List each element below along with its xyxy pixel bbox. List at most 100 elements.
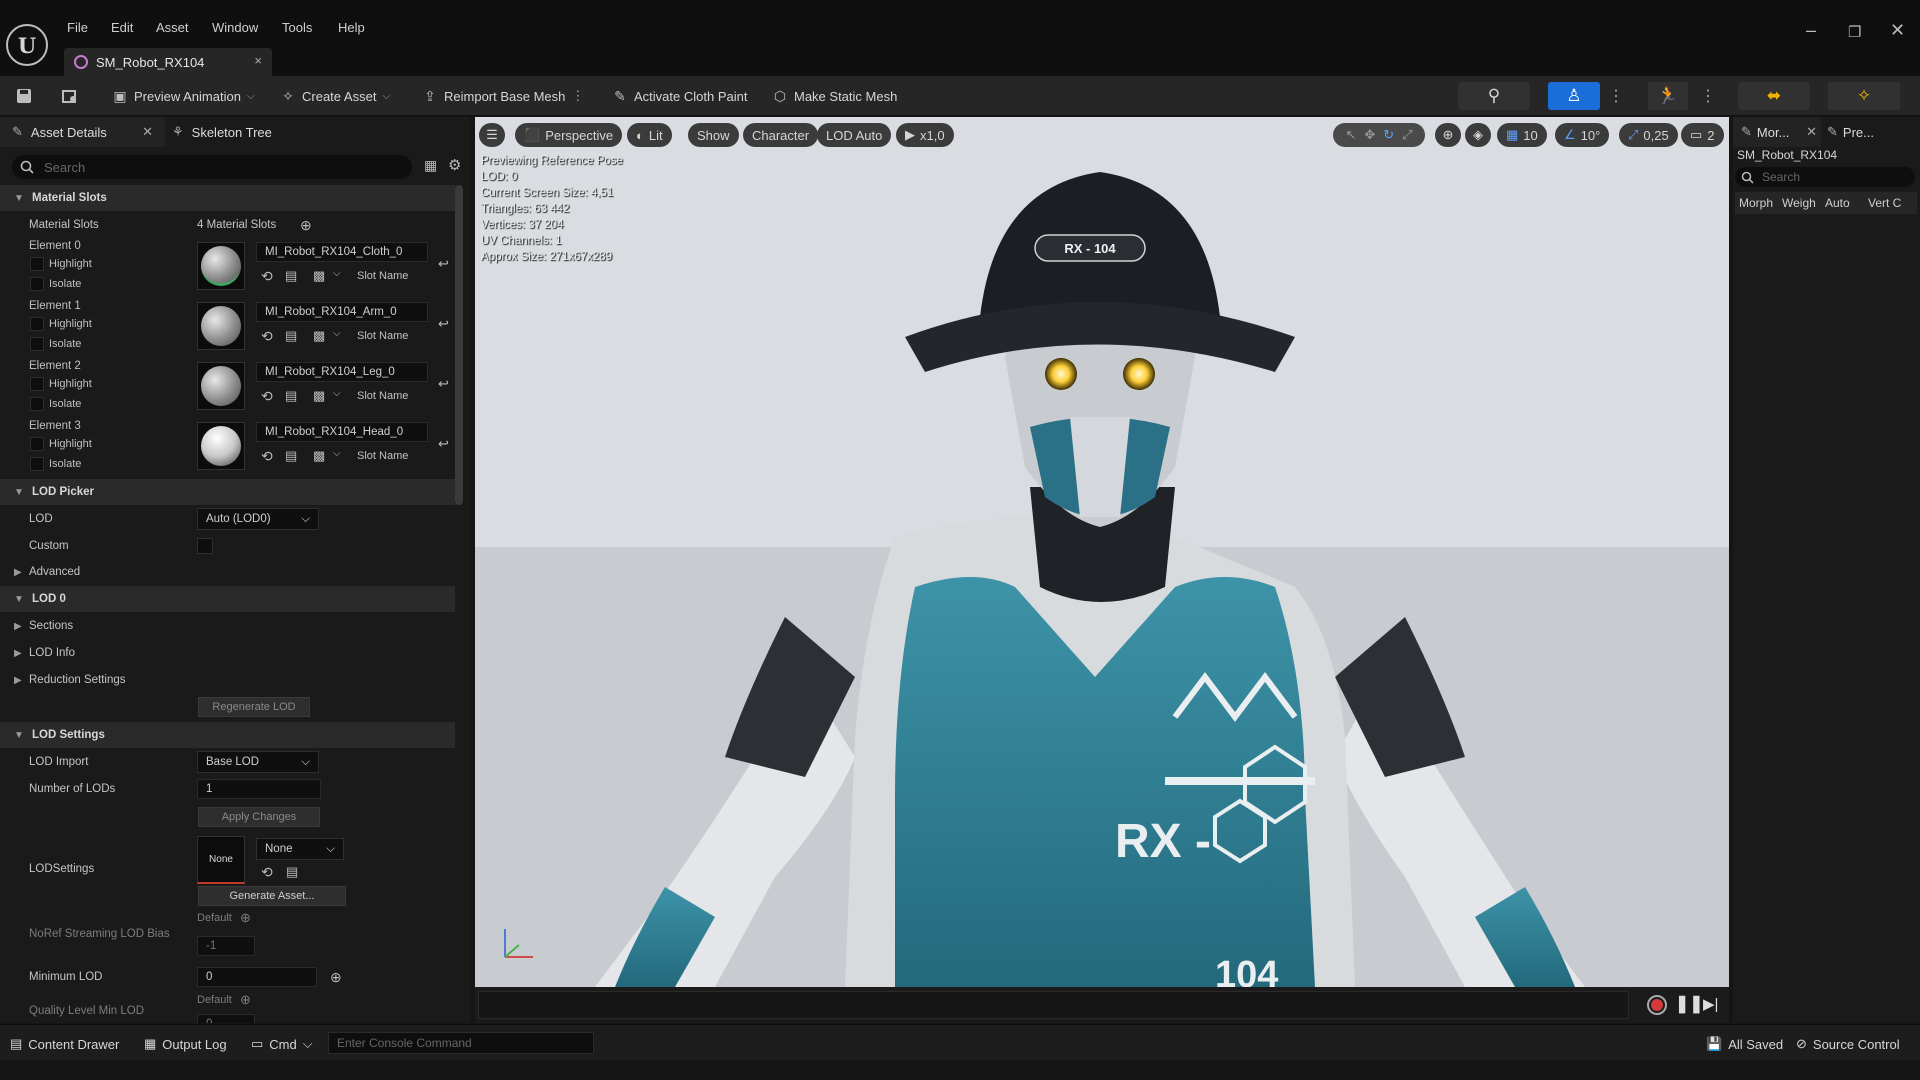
playback-speed-button[interactable]: ▶ x1,0: [896, 123, 954, 147]
lod-info-row[interactable]: ▶ LOD Info: [0, 640, 455, 666]
material-picker[interactable]: MI_Robot_RX104_Leg_0: [256, 362, 428, 382]
column-morph[interactable]: Morph: [1735, 196, 1778, 210]
physics-mode-button[interactable]: ✧: [1828, 82, 1900, 110]
use-selected-icon[interactable]: ⟲: [261, 448, 273, 465]
reimport-button[interactable]: ⇪ Reimport Base Mesh ⋮: [422, 86, 584, 106]
scale-tool-icon[interactable]: ⤢: [1402, 127, 1412, 143]
browse-asset-icon[interactable]: ▤: [285, 388, 297, 404]
move-tool-icon[interactable]: ✥: [1364, 127, 1375, 143]
add-slot-icon[interactable]: ⊕: [300, 217, 312, 234]
reset-arrow-icon[interactable]: ↩: [438, 436, 449, 452]
animation-mode-more-icon[interactable]: ⋮: [1700, 86, 1716, 106]
noref-value-input[interactable]: -1: [197, 936, 255, 956]
console-command-input[interactable]: Enter Console Command: [328, 1032, 594, 1054]
grid-snap-button[interactable]: ▦ 10: [1497, 123, 1547, 147]
browse-asset-icon[interactable]: ▤: [285, 328, 297, 344]
perspective-button[interactable]: ⬛ Perspective: [515, 123, 623, 147]
isolate-checkbox[interactable]: [30, 457, 44, 471]
material-picker[interactable]: MI_Robot_RX104_Cloth_0: [256, 242, 428, 262]
viewport[interactable]: RX - 104 RX - 104 ☰ ⬛ Perspective ◐ Lit Sh…: [475, 117, 1729, 987]
morph-search-input[interactable]: Search: [1735, 167, 1915, 187]
reset-arrow-icon[interactable]: ↩: [438, 316, 449, 332]
add-override-icon[interactable]: ⊕: [240, 910, 251, 926]
column-auto[interactable]: Auto: [1821, 196, 1864, 210]
preview-animation-button[interactable]: ▣ Preview Animation ⌵: [112, 86, 257, 106]
mesh-mode-button[interactable]: ♙: [1548, 82, 1600, 110]
menu-help[interactable]: Help: [338, 20, 365, 35]
material-options-icon[interactable]: ▩: [313, 388, 325, 404]
highlight-checkbox[interactable]: [30, 257, 44, 271]
tab-skeleton-tree[interactable]: ⚘ Skeleton Tree: [172, 117, 272, 147]
settings-gear-icon[interactable]: ⚙: [448, 156, 461, 174]
close-panel-icon[interactable]: ✕: [1806, 124, 1817, 140]
asset-editor-tab[interactable]: SM_Robot_RX104 ×: [64, 48, 272, 76]
use-selected-icon[interactable]: ⟲: [261, 864, 273, 881]
material-thumbnail[interactable]: [197, 302, 245, 350]
regenerate-lod-button[interactable]: Regenerate LOD: [198, 697, 310, 717]
tab-preview[interactable]: ✎ Pre...: [1827, 117, 1874, 147]
timeline-track[interactable]: [478, 991, 1629, 1019]
animation-mode-button[interactable]: 🏃: [1648, 82, 1688, 110]
chevron-down-icon[interactable]: ⌵: [333, 448, 341, 459]
viewport-menu-button[interactable]: ☰: [479, 123, 505, 147]
lod-settings-section[interactable]: ▼ LOD Settings: [0, 722, 455, 748]
source-control-button[interactable]: ⊘ Source Control: [1796, 1035, 1900, 1053]
material-picker[interactable]: MI_Robot_RX104_Arm_0: [256, 302, 428, 322]
step-forward-button[interactable]: ▶|: [1703, 995, 1718, 1013]
material-slots-section[interactable]: ▼ Material Slots: [0, 185, 455, 211]
select-tool-icon[interactable]: ↖: [1345, 127, 1356, 143]
add-override-icon[interactable]: ⊕: [240, 992, 251, 1008]
column-vert-count[interactable]: Vert C: [1864, 196, 1917, 210]
highlight-checkbox[interactable]: [30, 317, 44, 331]
chevron-down-icon[interactable]: ⌵: [333, 268, 341, 279]
make-static-mesh-button[interactable]: ⬡ Make Static Mesh: [772, 86, 897, 106]
all-saved-indicator[interactable]: 💾 All Saved: [1706, 1035, 1783, 1053]
highlight-checkbox[interactable]: [30, 377, 44, 391]
close-panel-icon[interactable]: ✕: [142, 124, 153, 140]
browse-asset-icon[interactable]: ▤: [285, 268, 297, 284]
chevron-down-icon[interactable]: ⌵: [333, 328, 341, 339]
material-options-icon[interactable]: ▩: [313, 328, 325, 344]
minimize-button[interactable]: –: [1806, 20, 1816, 41]
minimum-lod-input[interactable]: 0: [197, 967, 317, 987]
isolate-checkbox[interactable]: [30, 397, 44, 411]
unreal-logo[interactable]: U: [6, 24, 48, 66]
number-of-lods-input[interactable]: 1: [197, 779, 321, 799]
lod-auto-button[interactable]: LOD Auto: [817, 123, 892, 147]
sections-row[interactable]: ▶ Sections: [0, 613, 455, 639]
browse-asset-icon[interactable]: ▤: [286, 864, 298, 880]
record-button[interactable]: [1647, 995, 1667, 1015]
mesh-mode-more-icon[interactable]: ⋮: [1608, 86, 1624, 106]
menu-edit[interactable]: Edit: [111, 20, 133, 35]
custom-checkbox[interactable]: [197, 538, 213, 554]
show-button[interactable]: Show: [688, 123, 739, 147]
menu-tools[interactable]: Tools: [282, 20, 312, 35]
lit-button[interactable]: ◐ Lit: [627, 123, 672, 147]
lodsettings-thumbnail[interactable]: None: [197, 836, 245, 884]
cmd-dropdown[interactable]: ▭ Cmd ⌵: [251, 1035, 313, 1053]
advanced-row[interactable]: ▶ Advanced: [0, 559, 455, 585]
more-options-icon[interactable]: ⋮: [571, 88, 584, 104]
close-window-button[interactable]: ✕: [1890, 20, 1905, 41]
isolate-checkbox[interactable]: [30, 337, 44, 351]
output-log-button[interactable]: ▦ Output Log: [144, 1035, 227, 1053]
chevron-down-icon[interactable]: ⌵: [333, 388, 341, 399]
column-weight[interactable]: Weigh: [1778, 196, 1821, 210]
quality-value-input[interactable]: 0: [197, 1014, 255, 1023]
material-options-icon[interactable]: ▩: [313, 268, 325, 284]
rotation-snap-button[interactable]: ∠ 10°: [1555, 123, 1610, 147]
tab-asset-details[interactable]: ✎ Asset Details ✕: [0, 117, 165, 147]
material-thumbnail[interactable]: [197, 242, 245, 290]
menu-file[interactable]: File: [67, 20, 88, 35]
use-selected-icon[interactable]: ⟲: [261, 328, 273, 345]
blueprint-mode-button[interactable]: ⬌: [1738, 82, 1810, 110]
rotate-tool-icon[interactable]: ↻: [1383, 127, 1394, 143]
apply-changes-button[interactable]: Apply Changes: [198, 807, 320, 827]
lod-picker-section[interactable]: ▼ LOD Picker: [0, 479, 455, 505]
use-selected-icon[interactable]: ⟲: [261, 268, 273, 285]
skeleton-mode-button[interactable]: ⚲: [1458, 82, 1530, 110]
details-search-input[interactable]: Search: [12, 155, 412, 179]
table-view-icon[interactable]: ▦: [424, 157, 437, 174]
lod-dropdown[interactable]: Auto (LOD0) ⌵: [197, 508, 319, 530]
surface-snap-toggle[interactable]: ◈: [1465, 123, 1491, 147]
